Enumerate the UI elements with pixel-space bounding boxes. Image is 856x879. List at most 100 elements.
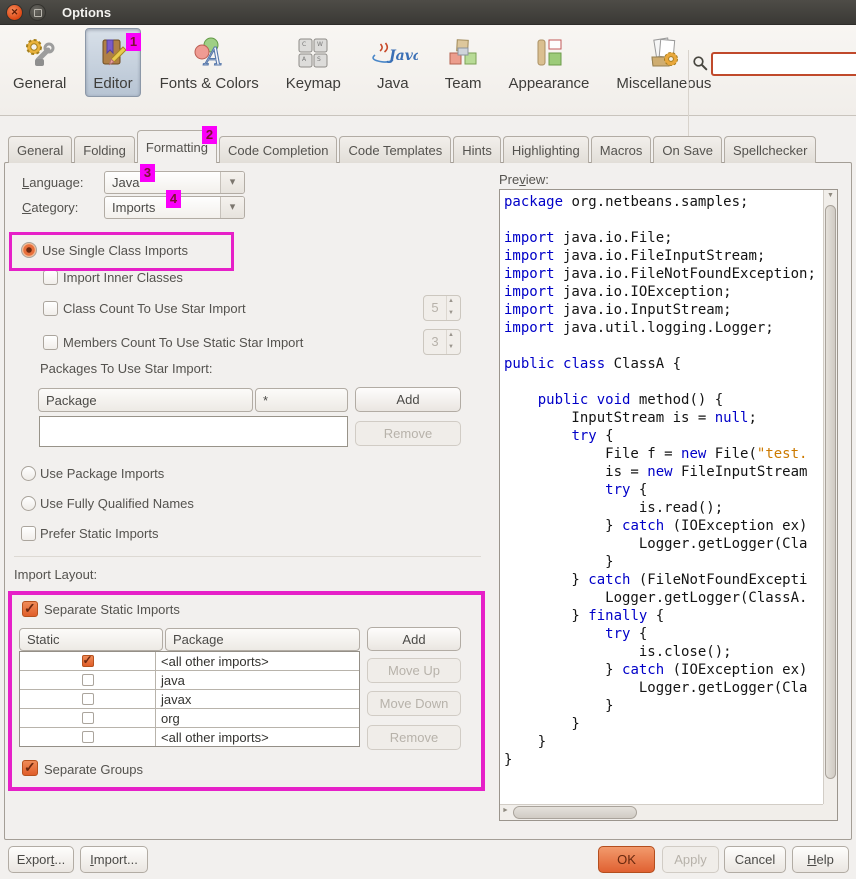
layout-add-button[interactable]: Add	[367, 627, 461, 651]
radio-use-package-imports[interactable]	[21, 466, 36, 481]
star-import-table[interactable]	[39, 416, 348, 447]
code-line: import java.io.InputStream;	[504, 301, 823, 319]
packages-star-import-label: Packages To Use Star Import:	[40, 361, 212, 376]
use-package-imports-label: Use Package Imports	[40, 466, 164, 481]
category-value: Imports	[105, 200, 220, 215]
row-checkbox[interactable]	[82, 712, 94, 724]
toolbar-item-label: Java	[377, 75, 409, 92]
layout-remove-button[interactable]: Remove	[367, 725, 461, 750]
members-count-spinner[interactable]: 3	[423, 329, 461, 355]
layout-move-up-button[interactable]: Move Up	[367, 658, 461, 683]
tab-macros[interactable]: Macros	[591, 136, 652, 163]
toolbar-item-fonts-colors[interactable]: AFonts & Colors	[152, 28, 267, 97]
toolbar-item-label: Fonts & Colors	[160, 75, 259, 92]
row-checkbox[interactable]	[82, 655, 94, 667]
layout-table-header-package[interactable]: Package	[165, 628, 360, 651]
chevron-down-icon	[220, 197, 244, 218]
layout-move-down-button[interactable]: Move Down	[367, 691, 461, 716]
static-cell	[20, 652, 156, 670]
checkbox-members-count-static-star-import[interactable]	[43, 335, 58, 350]
import-button[interactable]: Import...	[80, 846, 148, 873]
toolbar-item-label: General	[13, 75, 66, 92]
static-cell	[20, 671, 156, 689]
star-remove-button[interactable]: Remove	[355, 421, 461, 446]
category-dropdown[interactable]: Imports	[104, 196, 245, 219]
ok-button[interactable]: OK	[598, 846, 655, 873]
vertical-scrollbar-thumb[interactable]	[825, 205, 836, 779]
tab-code-templates[interactable]: Code Templates	[339, 136, 451, 163]
help-button[interactable]: Help	[792, 846, 849, 873]
restore-icon[interactable]	[29, 4, 46, 21]
table-row[interactable]: java	[20, 671, 359, 690]
tab-formatting[interactable]: Formatting	[137, 130, 217, 163]
horizontal-scrollbar-thumb[interactable]	[513, 806, 637, 819]
table-row[interactable]: javax	[20, 690, 359, 709]
tab-hints[interactable]: Hints	[453, 136, 501, 163]
use-fully-qualified-names-label: Use Fully Qualified Names	[40, 496, 194, 511]
table-row[interactable]: <all other imports>	[20, 652, 359, 671]
radio-use-single-class-imports[interactable]	[21, 242, 37, 258]
toolbar-item-keymap[interactable]: CWASKeymap	[278, 28, 349, 97]
row-checkbox[interactable]	[82, 731, 94, 743]
language-label: Language:	[22, 175, 83, 190]
code-line: import java.io.FileInputStream;	[504, 247, 823, 265]
star-table-header-package[interactable]: Package	[38, 388, 253, 412]
radio-use-fully-qualified-names[interactable]	[21, 496, 36, 511]
import-layout-table[interactable]: <all other imports>javajavaxorg<all othe…	[19, 651, 360, 747]
tab-highlighting[interactable]: Highlighting	[503, 136, 589, 163]
spinner-down-icon[interactable]	[447, 308, 460, 320]
appearance-icon	[532, 34, 566, 72]
language-dropdown[interactable]: Java	[104, 171, 245, 194]
close-icon[interactable]	[6, 4, 23, 21]
toolbar-item-appearance[interactable]: Appearance	[500, 28, 597, 97]
code-line: }	[504, 553, 823, 571]
vertical-scrollbar[interactable]	[823, 190, 837, 804]
code-line: import java.util.logging.Logger;	[504, 319, 823, 337]
spinner-up-icon[interactable]	[447, 296, 460, 308]
toolbar-item-editor[interactable]: Editor	[85, 28, 140, 97]
checkbox-separate-static-imports[interactable]	[22, 601, 38, 617]
toolbar-item-label: Editor	[93, 75, 132, 92]
tab-code-completion[interactable]: Code Completion	[219, 136, 337, 163]
toolbar-item-team[interactable]: Team	[437, 28, 490, 97]
search-input[interactable]	[711, 52, 856, 76]
chevron-down-icon	[220, 172, 244, 193]
checkbox-class-count-star-import[interactable]	[43, 301, 58, 316]
row-checkbox[interactable]	[82, 674, 94, 686]
layout-table-header-static[interactable]: Static	[19, 628, 163, 651]
static-cell	[20, 690, 156, 708]
static-cell	[20, 709, 156, 727]
preview-code[interactable]: package org.netbeans.samples; import jav…	[500, 190, 823, 804]
table-row[interactable]: <all other imports>	[20, 728, 359, 746]
checkbox-import-inner-classes[interactable]	[43, 270, 58, 285]
cancel-button[interactable]: Cancel	[724, 846, 786, 873]
toolbar-divider	[688, 50, 689, 136]
code-line: Logger.getLogger(Cla	[504, 679, 823, 697]
code-line: try {	[504, 625, 823, 643]
spinner-down-icon[interactable]	[447, 342, 460, 354]
tabstrip: GeneralFoldingFormattingCode CompletionC…	[8, 130, 818, 163]
export-button[interactable]: Export...	[8, 846, 74, 873]
checkbox-prefer-static-imports[interactable]	[21, 526, 36, 541]
preview-label: Preview:	[499, 172, 549, 187]
apply-button[interactable]: Apply	[662, 846, 719, 873]
toolbar-item-general[interactable]: General	[5, 28, 74, 97]
svg-text:S: S	[317, 56, 321, 63]
tab-folding[interactable]: Folding	[74, 136, 135, 163]
table-row[interactable]: org	[20, 709, 359, 728]
code-line: try {	[504, 427, 823, 445]
spinner-up-icon[interactable]	[447, 330, 460, 342]
star-table-header-asterisk[interactable]: *	[255, 388, 348, 412]
row-checkbox[interactable]	[82, 693, 94, 705]
package-cell: org	[156, 711, 359, 726]
toolbar-item-java[interactable]: JavaJava	[360, 28, 426, 97]
code-line: is.close();	[504, 643, 823, 661]
horizontal-scrollbar[interactable]	[500, 804, 823, 820]
code-line: } catch (FileNotFoundExcepti	[504, 571, 823, 589]
class-count-spinner[interactable]: 5	[423, 295, 461, 321]
tab-on-save[interactable]: On Save	[653, 136, 722, 163]
tab-general[interactable]: General	[8, 136, 72, 163]
star-add-button[interactable]: Add	[355, 387, 461, 412]
tab-spellchecker[interactable]: Spellchecker	[724, 136, 816, 163]
checkbox-separate-groups[interactable]	[22, 760, 38, 776]
